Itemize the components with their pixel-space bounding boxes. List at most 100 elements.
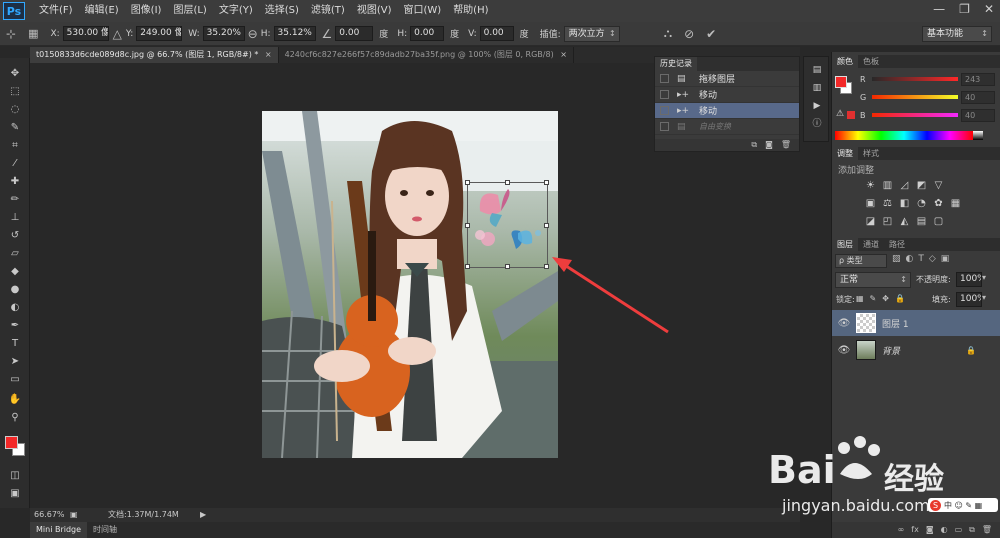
color-spectrum-bar[interactable]: [835, 131, 973, 140]
status-icon[interactable]: ▣: [70, 508, 78, 522]
r-value[interactable]: 243: [961, 73, 995, 86]
gamut-swatch[interactable]: [847, 111, 855, 119]
fill-dropdown-icon[interactable]: ▾: [982, 293, 986, 302]
delta-icon[interactable]: △: [113, 27, 122, 41]
r-slider[interactable]: [872, 77, 958, 81]
menu-type[interactable]: 文字(Y): [213, 0, 259, 22]
tab-channels[interactable]: 通道: [858, 238, 884, 251]
status-arrow-icon[interactable]: ▶: [200, 508, 206, 522]
tab-mini-bridge[interactable]: Mini Bridge: [30, 522, 88, 538]
eraser-tool-icon[interactable]: ▱: [6, 246, 24, 262]
history-checkbox[interactable]: [660, 74, 669, 83]
fx-icon[interactable]: fx: [911, 522, 919, 538]
menu-image[interactable]: 图像(I): [125, 0, 168, 22]
opacity-dropdown-icon[interactable]: ▾: [982, 273, 986, 282]
lock-icons[interactable]: ▦✎✥🔒: [856, 294, 911, 303]
commit-transform-icon[interactable]: ✔: [706, 27, 716, 41]
interp-select[interactable]: 两次立方: [563, 25, 620, 42]
curves-icon[interactable]: ◿: [898, 180, 911, 192]
invert-icon[interactable]: ◪: [864, 216, 877, 228]
paint-bucket-icon[interactable]: ◆: [6, 264, 24, 280]
link-layers-icon[interactable]: ∞: [898, 522, 905, 538]
ime-toolbar[interactable]: S 中 ☺ ✎ ▦: [928, 498, 998, 512]
threshold-icon[interactable]: ◭: [898, 216, 911, 228]
healing-brush-icon[interactable]: ✚: [6, 174, 24, 190]
move-tool-icon[interactable]: ✥: [6, 66, 24, 82]
channel-mixer-icon[interactable]: ✿: [932, 198, 945, 210]
transform-handle[interactable]: [465, 180, 470, 185]
layer-name[interactable]: 背景: [882, 344, 900, 357]
hskew-field[interactable]: 0.00: [410, 26, 445, 41]
screen-mode-icon[interactable]: ▣: [6, 486, 24, 502]
fill-field[interactable]: 100%: [956, 292, 982, 307]
b-value[interactable]: 40: [961, 109, 995, 122]
snapshot-icon[interactable]: ◙: [765, 139, 773, 151]
selective-color-icon[interactable]: ▢: [932, 216, 945, 228]
restore-button[interactable]: ❐: [959, 2, 970, 16]
menu-filter[interactable]: 滤镜(T): [305, 0, 351, 22]
zoom-tool-icon[interactable]: ⚲: [6, 410, 24, 426]
layer-row-selected[interactable]: 👁 图层 1: [832, 310, 1000, 336]
brush-tool-icon[interactable]: ✏: [6, 192, 24, 208]
path-select-icon[interactable]: ➤: [6, 354, 24, 370]
eye-icon[interactable]: 👁: [836, 318, 852, 329]
color-balance-icon[interactable]: ⚖: [881, 198, 894, 210]
marquee-tool-icon[interactable]: ⬚: [6, 84, 24, 100]
history-checkbox[interactable]: [660, 90, 669, 99]
blur-tool-icon[interactable]: ●: [6, 282, 24, 298]
canvas-image[interactable]: [262, 111, 558, 458]
transform-handle[interactable]: [505, 264, 510, 269]
brightness-icon[interactable]: ☀: [864, 180, 877, 192]
menu-view[interactable]: 视图(V): [351, 0, 398, 22]
tab-styles[interactable]: 样式: [858, 147, 884, 160]
tab-color[interactable]: 颜色: [832, 55, 858, 68]
h-field[interactable]: 35.12%: [273, 26, 316, 41]
layer-row[interactable]: 👁 背景 🔒: [832, 337, 1000, 363]
black-white-icon[interactable]: ◧: [898, 198, 911, 210]
adjustment-layer-icon[interactable]: ◐: [941, 522, 948, 538]
new-layer-icon[interactable]: ⧉: [969, 522, 975, 538]
vibrance-icon[interactable]: ▽: [932, 180, 945, 192]
dodge-tool-icon[interactable]: ◐: [6, 300, 24, 316]
exposure-icon[interactable]: ◩: [915, 180, 928, 192]
opacity-field[interactable]: 100%: [956, 272, 982, 287]
workspace-select[interactable]: 基本功能: [922, 26, 992, 42]
gradient-map-icon[interactable]: ▤: [915, 216, 928, 228]
type-tool-icon[interactable]: T: [6, 336, 24, 352]
y-field[interactable]: 249.00 像素: [136, 26, 183, 41]
group-icon[interactable]: ▭: [955, 522, 963, 538]
delete-layer-icon[interactable]: 🗑: [982, 522, 992, 538]
tab-history[interactable]: 历史记录: [655, 57, 697, 71]
close-icon[interactable]: ×: [560, 50, 567, 59]
pen-tool-icon[interactable]: ✒: [6, 318, 24, 334]
lasso-tool-icon[interactable]: ◌: [6, 102, 24, 118]
fg-color-chip[interactable]: [835, 76, 847, 88]
transform-handle[interactable]: [465, 223, 470, 228]
tab-paths[interactable]: 路径: [884, 238, 910, 251]
history-checkbox[interactable]: [660, 106, 669, 115]
transform-handle[interactable]: [505, 180, 510, 185]
history-item[interactable]: ▤ 拖移图层: [655, 71, 799, 87]
history-item-disabled[interactable]: ▤ 自由变换: [655, 119, 799, 135]
levels-icon[interactable]: ▥: [881, 180, 894, 192]
quick-mask-icon[interactable]: ◫: [6, 468, 24, 484]
menu-window[interactable]: 窗口(W): [397, 0, 447, 22]
history-brush-icon[interactable]: ↺: [6, 228, 24, 244]
hand-tool-icon[interactable]: ✋: [6, 392, 24, 408]
menu-edit[interactable]: 编辑(E): [79, 0, 125, 22]
reference-point-icon[interactable]: ▦: [28, 27, 38, 40]
link-icon[interactable]: ⊖: [248, 27, 258, 41]
g-slider[interactable]: [872, 95, 958, 99]
transform-handle[interactable]: [544, 223, 549, 228]
close-button[interactable]: ✕: [984, 2, 994, 16]
tab-layers[interactable]: 图层: [832, 238, 858, 251]
new-document-icon[interactable]: ⧉: [751, 139, 757, 151]
trash-icon[interactable]: 🗑: [781, 139, 791, 151]
layer-filter-icons[interactable]: ▨◐T◇▣: [892, 254, 954, 264]
foreground-color-swatch-top[interactable]: [5, 436, 18, 449]
cancel-transform-icon[interactable]: ⊘: [684, 27, 694, 41]
mask-icon[interactable]: ◙: [926, 522, 934, 538]
tab-timeline[interactable]: 时间轴: [87, 522, 123, 538]
tab-swatches[interactable]: 色板: [858, 55, 884, 68]
menu-file[interactable]: 文件(F): [33, 0, 79, 22]
